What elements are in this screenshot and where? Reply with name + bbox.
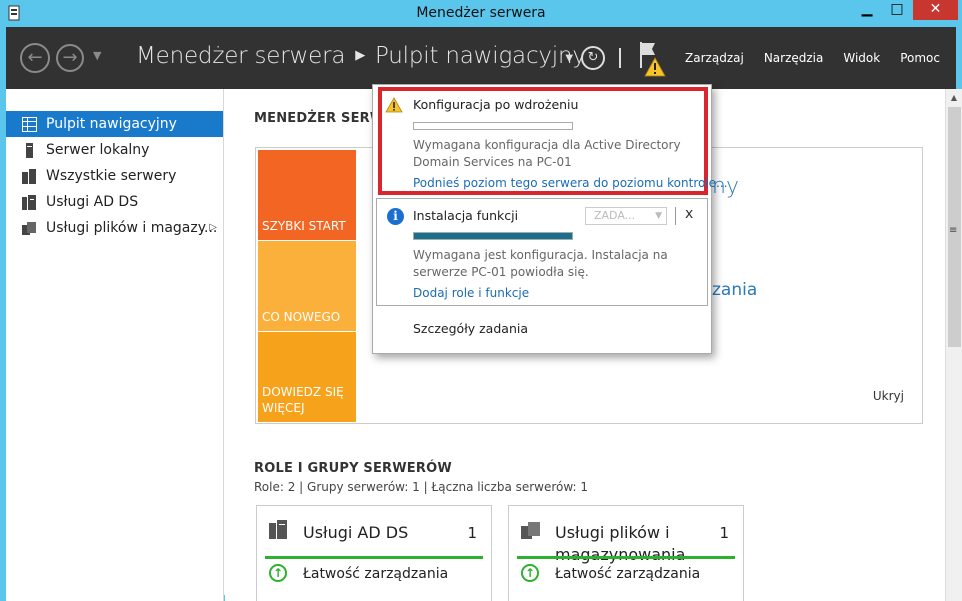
task2-description: Wymagana jest konfiguracja. Instalacja n… bbox=[413, 248, 668, 279]
scroll-grip-icon: ≡ bbox=[949, 225, 958, 236]
tile-learn-more[interactable]: DOWIEDZ SIĘ WIĘCEJ bbox=[258, 332, 356, 422]
window-title: Menedżer serwera bbox=[416, 5, 546, 21]
file-services-icon bbox=[22, 222, 36, 235]
sidebar-item-dashboard[interactable]: Pulpit nawigacyjny bbox=[6, 111, 223, 137]
title-bar[interactable]: Menedżer serwera ▁ □ ✕ bbox=[0, 0, 962, 27]
sidebar-item-label: Usługi AD DS bbox=[46, 194, 139, 210]
welcome-section-title: MENEDŻER SERW bbox=[254, 111, 385, 126]
role-card-status-bar bbox=[517, 556, 735, 559]
role-card-file-services[interactable]: Usługi plików i magazynowania 1 ↑ Łatwoś… bbox=[508, 505, 744, 601]
role-card-ad-ds[interactable]: Usługi AD DS 1 ↑ Łatwość zarządzania bbox=[256, 505, 492, 601]
roles-summary: Role: 2 | Grupy serwerów: 1 | Łączna lic… bbox=[254, 480, 589, 494]
role-card-title: Usługi plików i magazynowania bbox=[555, 523, 686, 564]
role-card-count: 1 bbox=[467, 524, 477, 542]
ad-ds-icon bbox=[22, 195, 36, 210]
crumb-dropdown-icon[interactable]: ▼ bbox=[565, 53, 573, 64]
chevron-down-icon: ▼ bbox=[655, 211, 662, 221]
vertical-scrollbar[interactable]: ▲ ≡ bbox=[945, 89, 962, 601]
task1-title: Konfiguracja po wdrożeniu bbox=[413, 97, 579, 112]
menu-manage[interactable]: Zarządzaj bbox=[685, 51, 744, 65]
role-card-manageability[interactable]: Łatwość zarządzania bbox=[303, 566, 448, 582]
task1-description: Wymagana konfiguracja dla Active Directo… bbox=[413, 138, 681, 169]
close-button[interactable]: ✕ bbox=[913, 0, 958, 20]
dashboard-icon bbox=[22, 117, 37, 132]
server-manager-app-icon bbox=[8, 5, 20, 21]
task-details-link[interactable]: Szczegóły zadania bbox=[413, 321, 528, 336]
role-card-title: Usługi AD DS bbox=[303, 523, 409, 542]
sidebar-item-local-server[interactable]: Serwer lokalny bbox=[6, 137, 223, 163]
history-dropdown-icon[interactable]: ▼ bbox=[93, 49, 101, 62]
expand-arrow-icon[interactable]: ▷ bbox=[209, 215, 217, 241]
health-up-icon: ↑ bbox=[521, 564, 539, 582]
hide-welcome-link[interactable]: Ukryj bbox=[873, 389, 904, 403]
role-card-count: 1 bbox=[719, 524, 729, 542]
toolbar-right: ▼ ↻ Zarządzaj Narzędzia Widok Pomoc bbox=[565, 27, 950, 89]
task2-title: Instalacja funkcji bbox=[413, 208, 519, 223]
task1-progress-bar bbox=[413, 122, 573, 130]
health-up-icon: ↑ bbox=[269, 564, 287, 582]
sidebar-item-label: Serwer lokalny bbox=[46, 142, 150, 158]
breadcrumb: Menedżer serwera ▶ Pulpit nawigacyjny bbox=[136, 43, 586, 69]
menu-tools[interactable]: Narzędzia bbox=[764, 51, 824, 65]
tile-whats-new[interactable]: CO NOWEGO bbox=[258, 241, 356, 331]
servers-icon bbox=[22, 169, 36, 184]
breadcrumb-separator-icon: ▶ bbox=[355, 48, 366, 63]
warning-icon bbox=[385, 97, 403, 113]
sidebar-item-ad-ds[interactable]: Usługi AD DS bbox=[6, 189, 223, 215]
back-arrow-icon[interactable]: ← bbox=[20, 43, 50, 73]
role-card-manageability[interactable]: Łatwość zarządzania bbox=[555, 566, 700, 582]
ad-ds-icon bbox=[269, 520, 287, 539]
task2-progress-bar bbox=[413, 232, 573, 240]
notifications-flag-icon[interactable] bbox=[637, 38, 667, 78]
server-icon bbox=[26, 143, 33, 158]
sidebar-item-label: Wszystkie serwery bbox=[46, 168, 177, 184]
sidebar-item-label: Pulpit nawigacyjny bbox=[46, 116, 177, 132]
toolbar: ← → ▼ Menedżer serwera ▶ Pulpit nawigacyjn… bbox=[6, 27, 956, 89]
welcome-link-fragment[interactable]: zania bbox=[712, 280, 757, 300]
breadcrumb-root[interactable]: Menedżer serwera bbox=[136, 43, 345, 69]
menu-help[interactable]: Pomoc bbox=[900, 51, 940, 65]
sidebar-item-all-servers[interactable]: Wszystkie serwery bbox=[6, 163, 223, 189]
task-dropdown[interactable]: ZADA... ▼ bbox=[585, 207, 667, 225]
role-card-status-bar bbox=[265, 556, 483, 559]
menu-view[interactable]: Widok bbox=[843, 51, 880, 65]
notifications-panel: Konfiguracja po wdrożeniu Wymagana konfi… bbox=[372, 84, 727, 354]
refresh-icon[interactable]: ↻ bbox=[581, 46, 606, 70]
sidebar-item-file-services[interactable]: Usługi plików i magazy... ▷ bbox=[6, 215, 223, 241]
info-icon: i bbox=[387, 208, 404, 225]
sidebar: Pulpit nawigacyjny Serwer lokalny Wszyst… bbox=[6, 89, 224, 601]
task2-add-roles-link[interactable]: Dodaj role i funkcje bbox=[413, 286, 529, 300]
task1-promote-link[interactable]: Podnieś poziom tego serwera do poziomu k… bbox=[413, 176, 727, 190]
flag-warning-icon bbox=[640, 42, 666, 77]
forward-arrow-icon[interactable]: → bbox=[56, 44, 84, 72]
roles-section-title: ROLE I GRUPY SERWERÓW bbox=[254, 461, 452, 476]
file-services-icon bbox=[521, 522, 540, 539]
window-controls: ▁ □ ✕ bbox=[851, 0, 958, 20]
app-window: Menedżer serwera ▁ □ ✕ ← → ▼ Menedżer se… bbox=[0, 0, 962, 601]
minimize-button[interactable]: ▁ bbox=[853, 0, 881, 20]
maximize-button[interactable]: □ bbox=[883, 0, 911, 20]
sidebar-item-label: Usługi plików i magazy... bbox=[46, 220, 218, 236]
tile-quick-start[interactable]: SZYBKI START bbox=[258, 150, 356, 240]
breadcrumb-current: Pulpit nawigacyjny bbox=[375, 43, 586, 69]
task-divider bbox=[675, 207, 676, 225]
toolbar-divider bbox=[619, 48, 622, 68]
scroll-up-icon[interactable]: ▲ bbox=[946, 93, 962, 102]
dismiss-task-button[interactable]: x bbox=[685, 206, 693, 222]
